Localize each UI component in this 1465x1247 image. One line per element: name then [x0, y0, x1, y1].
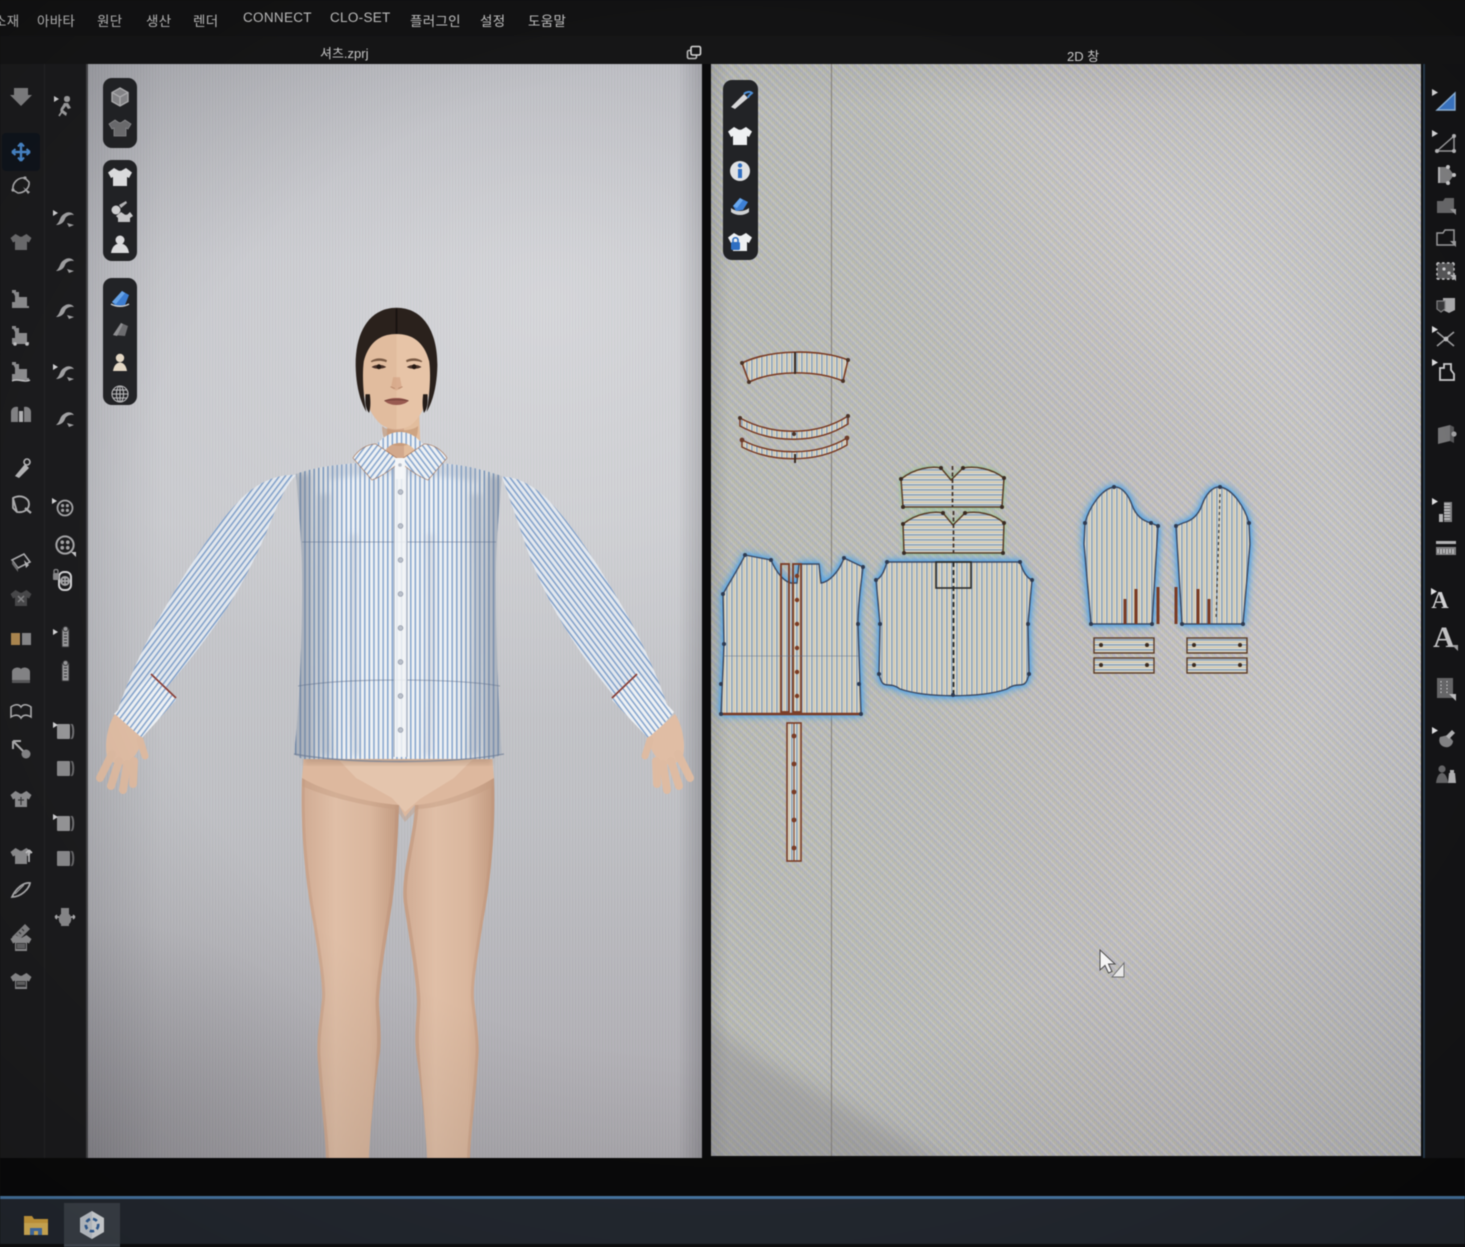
svg-text:A: A: [1433, 621, 1455, 654]
